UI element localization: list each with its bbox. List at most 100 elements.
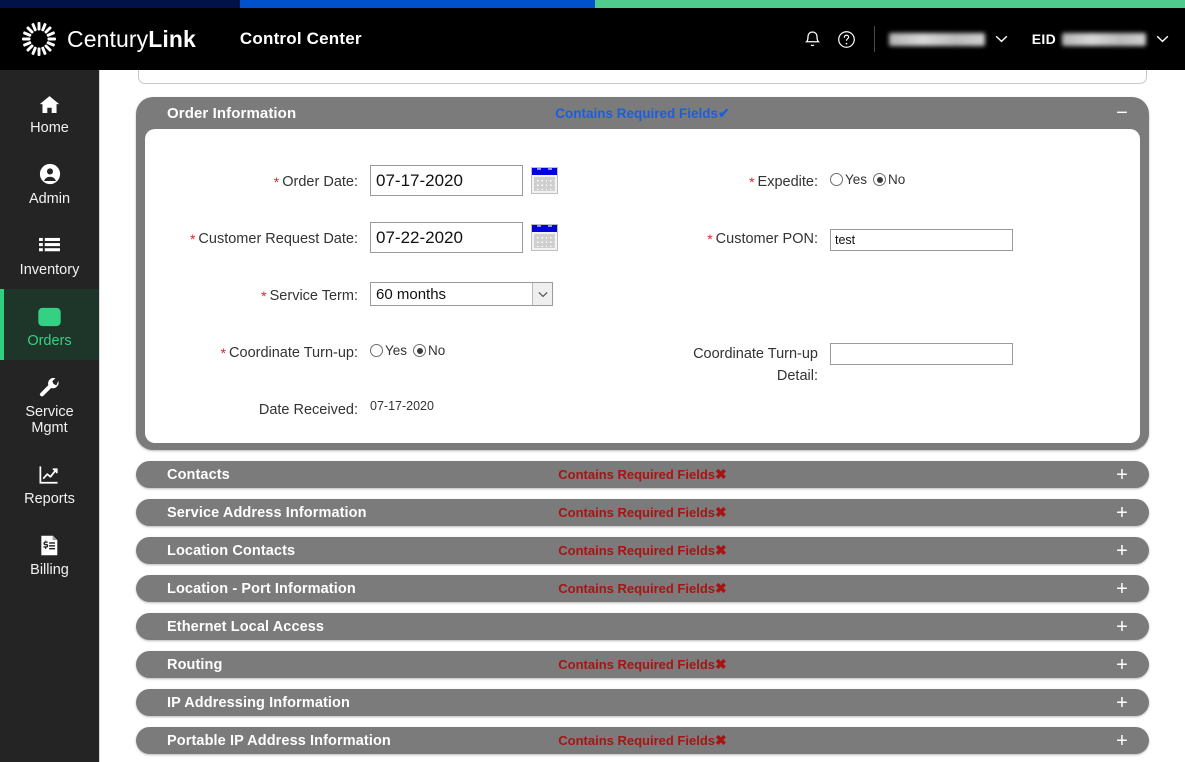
brand-suffix: Link [148, 25, 196, 52]
control-customer-request-date [370, 216, 670, 273]
label-spacer-2 [670, 387, 830, 427]
sidebar-label-service-mgmt: Service Mgmt [25, 404, 74, 436]
expand-toggle-button[interactable]: + [1113, 579, 1131, 599]
section-bar[interactable]: Contacts Contains Required Fields✖ + [136, 461, 1149, 488]
required-fields-text: Contains Required Fields [558, 657, 715, 672]
primary-sidebar: Home Admin Inventory Orders Service Mgmt… [0, 70, 99, 762]
check-icon: ✔ [718, 104, 730, 121]
label-order-date: * Order Date: [155, 159, 370, 216]
customer-request-date-input[interactable] [370, 222, 523, 253]
wrench-icon [39, 372, 60, 398]
x-mark-icon: ✖ [715, 732, 727, 748]
section-header-order-information[interactable]: Order Information Contains Required Fiel… [136, 97, 1149, 129]
section-title: Location Contacts [167, 542, 296, 559]
expedite-radio-no[interactable]: No [873, 172, 905, 187]
coordinate-turnup-detail-input[interactable] [830, 343, 1013, 365]
main-content: Order Information Contains Required Fiel… [99, 70, 1185, 762]
section-title: Contacts [167, 466, 230, 483]
control-customer-pon [830, 216, 1130, 273]
radio-circle [370, 344, 383, 357]
expand-toggle-button[interactable]: + [1113, 655, 1131, 675]
chart-icon [39, 459, 60, 485]
required-fields-text: Contains Required Fields [558, 733, 715, 748]
invoice-icon [40, 530, 59, 556]
expedite-radio-yes[interactable]: Yes [830, 172, 867, 187]
required-fields-text: Contains Required Fields [558, 467, 715, 482]
section-bar[interactable]: Portable IP Address Information Contains … [136, 727, 1149, 754]
user-account-menu[interactable] [888, 32, 1008, 46]
radio-circle [830, 173, 843, 186]
required-asterisk: * [189, 231, 196, 247]
service-term-selected-value: 60 months [376, 285, 447, 303]
order-information-form: *Order Date: *Expedite: [145, 145, 1140, 427]
section-bar[interactable]: Location Contacts Contains Required Field… [136, 537, 1149, 564]
coordinate-turnup-radio-yes[interactable]: Yes [370, 343, 407, 358]
required-fields-status-badge: Contains Required Fields✖ [136, 466, 1149, 483]
sidebar-item-orders[interactable]: Orders [0, 289, 99, 360]
section-order-information: Order Information Contains Required Fiel… [136, 97, 1149, 450]
section-bar[interactable]: Ethernet Local Access + [136, 613, 1149, 640]
control-date-received: 07-17-2020 [370, 387, 670, 427]
sidebar-item-service-mgmt[interactable]: Service Mgmt [0, 360, 99, 447]
expand-toggle-button[interactable]: + [1113, 617, 1131, 637]
required-asterisk: * [749, 174, 755, 190]
sidebar-item-billing[interactable]: Billing [0, 518, 99, 589]
order-date-input[interactable] [370, 165, 523, 196]
top-accent-strip [0, 0, 1185, 8]
question-circle-icon[interactable] [830, 22, 864, 56]
section-bar[interactable]: Routing Contains Required Fields✖ + [136, 651, 1149, 678]
required-fields-status-badge: Contains Required Fields✖ [136, 656, 1149, 673]
brand-block[interactable]: CenturyLink [22, 22, 196, 56]
sidebar-label-home: Home [30, 120, 69, 136]
section-title: Ethernet Local Access [167, 618, 325, 635]
sidebar-item-admin[interactable]: Admin [0, 147, 99, 218]
required-asterisk: * [261, 288, 267, 304]
control-spacer-1 [830, 273, 1130, 330]
section-title: Service Address Information [167, 504, 367, 521]
control-order-date [370, 159, 670, 216]
section-bar[interactable]: Location - Port Information Contains Requ… [136, 575, 1149, 602]
accent-segment-blue [240, 0, 595, 8]
service-term-select[interactable]: 60 months [370, 282, 553, 306]
radio-circle-selected [413, 344, 427, 357]
accent-segment-green [595, 0, 1185, 8]
label-service-term: * Service Term: [155, 273, 370, 330]
label-coordinate-turnup-detail: Coordinate Turn-up Detail: [693, 346, 818, 384]
customer-pon-input[interactable] [830, 229, 1013, 251]
collapse-toggle-button[interactable]: − [1113, 103, 1131, 123]
collapsed-sections-list: Contacts Contains Required Fields✖ + Servic… [136, 461, 1149, 762]
calendar-icon[interactable] [531, 224, 558, 251]
coordinate-turnup-radio-no[interactable]: No [413, 343, 445, 358]
centurylink-starburst-icon [22, 22, 56, 56]
section-title: Location - Port Information [167, 580, 356, 597]
user-account-name-redacted [888, 32, 985, 46]
x-mark-icon: ✖ [715, 580, 727, 596]
sidebar-item-home[interactable]: Home [0, 76, 99, 147]
bell-icon[interactable] [796, 22, 830, 56]
expand-toggle-button[interactable]: + [1113, 465, 1131, 485]
x-mark-icon: ✖ [715, 466, 727, 482]
order-information-panel: *Order Date: *Expedite: [145, 129, 1140, 443]
section-title: Order Information [167, 104, 297, 122]
accent-segment-navy [0, 0, 240, 8]
expand-toggle-button[interactable]: + [1113, 503, 1131, 523]
eid-menu[interactable]: EID [1032, 31, 1169, 47]
sidebar-label-reports: Reports [24, 491, 75, 507]
section-bar[interactable]: IP Addressing Information + [136, 689, 1149, 716]
expand-toggle-button[interactable]: + [1113, 731, 1131, 751]
calendar-icon[interactable] [531, 167, 558, 194]
page-title: Control Center [239, 29, 362, 48]
required-asterisk: * [273, 174, 280, 190]
label-customer-pon: * Customer PON: [670, 216, 830, 273]
previous-section-panel-edge [138, 70, 1147, 84]
eid-value-redacted [1062, 32, 1146, 46]
required-asterisk: * [707, 231, 713, 247]
section-bar[interactable]: Service Address Information Contains Requ… [136, 499, 1149, 526]
sidebar-item-inventory[interactable]: Inventory [0, 218, 99, 289]
header-actions: EID [796, 8, 1169, 70]
expand-toggle-button[interactable]: + [1113, 541, 1131, 561]
expand-toggle-button[interactable]: + [1113, 693, 1131, 713]
body-wrapper: Home Admin Inventory Orders Service Mgmt… [0, 70, 1185, 762]
sidebar-label-admin: Admin [28, 191, 71, 207]
sidebar-item-reports[interactable]: Reports [0, 447, 99, 518]
